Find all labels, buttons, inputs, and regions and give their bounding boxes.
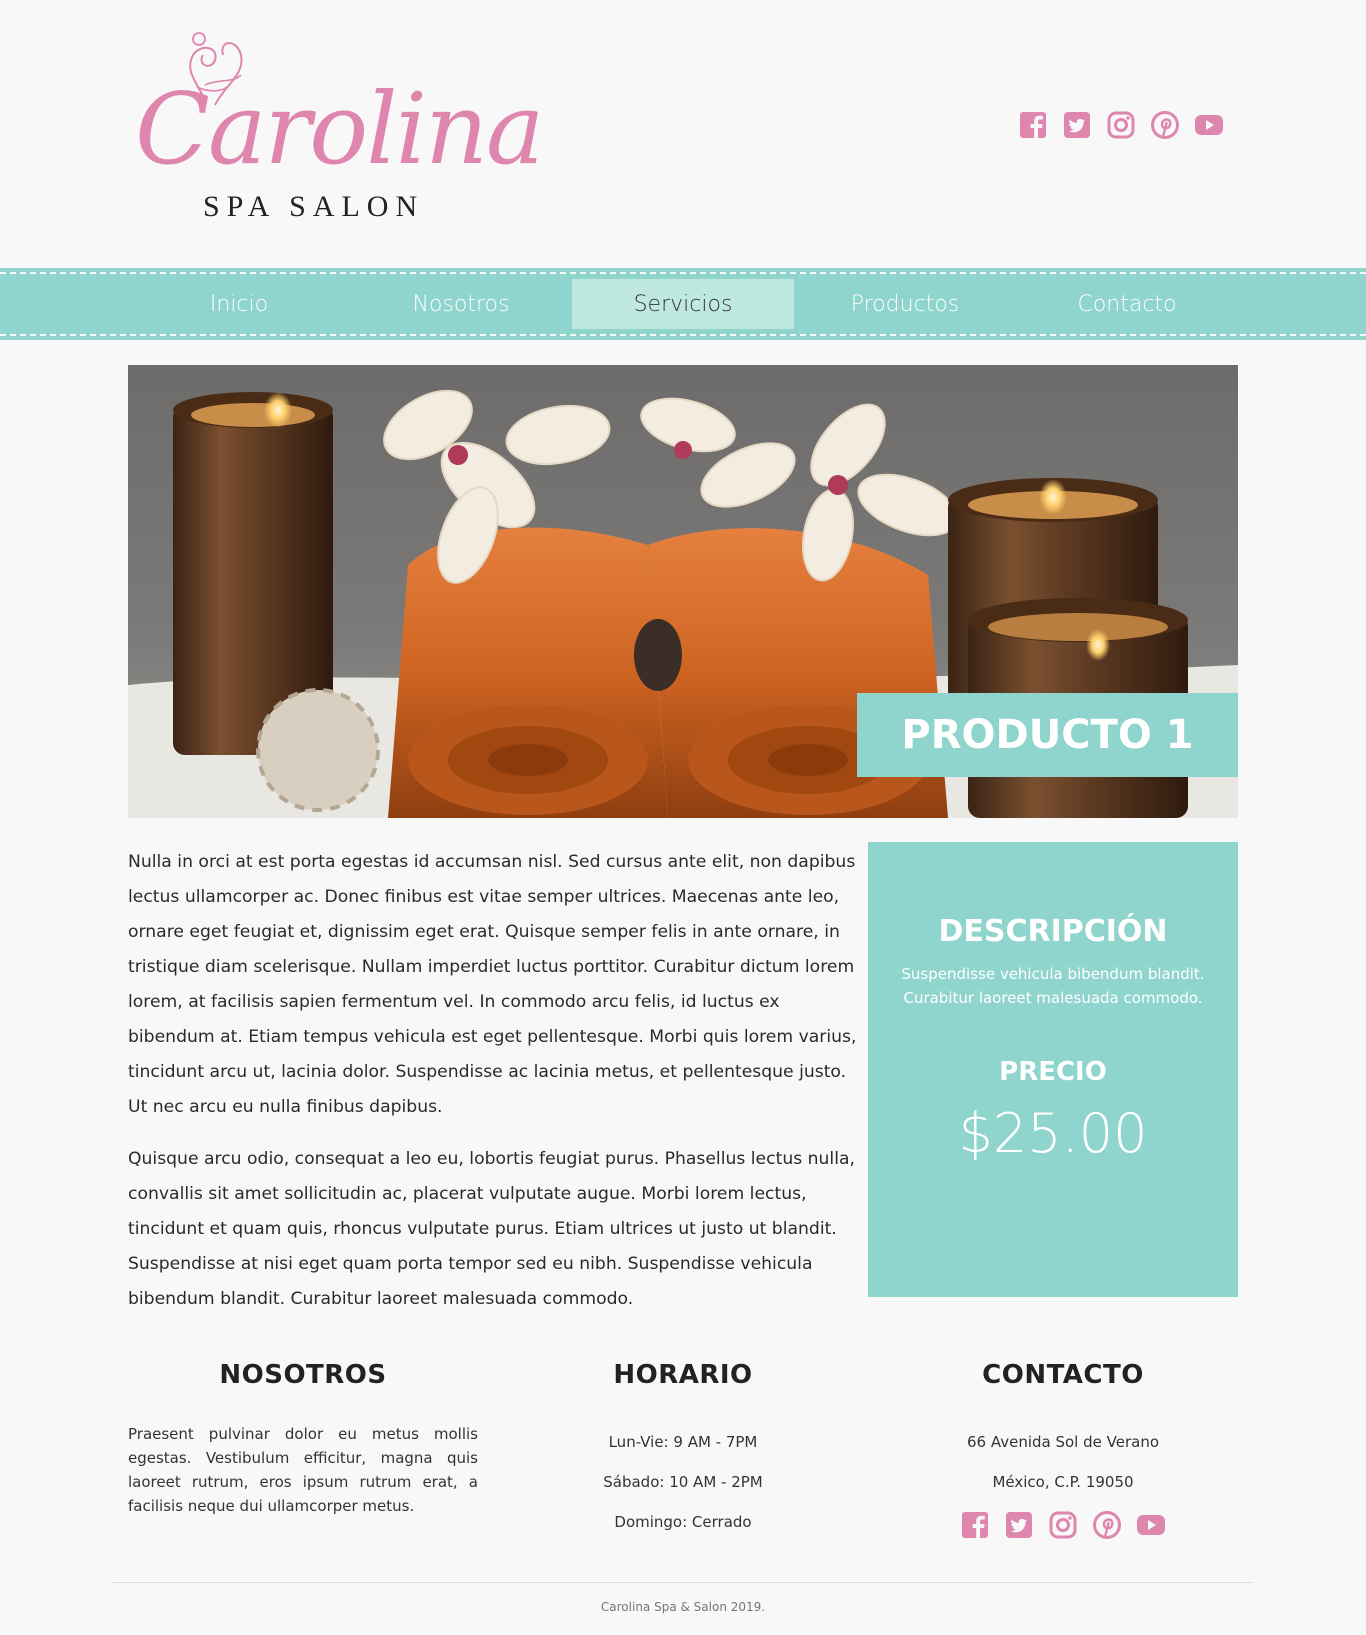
footer-contact: CONTACTO 66 Avenida Sol de Verano México… [888, 1360, 1238, 1540]
nav-item-nosotros[interactable]: Nosotros [350, 279, 572, 329]
paragraph: Quisque arcu odio, consequat a leo eu, l… [128, 1149, 855, 1309]
copyright: Carolina Spa & Salon 2019. [600, 1600, 766, 1614]
footer-social-links [888, 1510, 1238, 1540]
hours-line: Domingo: Cerrado [614, 1513, 752, 1531]
footer-about: NOSOTROS Praesent pulvinar dolor eu metu… [128, 1360, 478, 1518]
footer-contact-title: CONTACTO [982, 1360, 1144, 1390]
youtube-icon[interactable] [1194, 110, 1224, 140]
footer-divider [113, 1582, 1253, 1583]
nav-item-inicio[interactable]: Inicio [128, 279, 350, 329]
product-title: PRODUCTO 1 [857, 693, 1238, 777]
youtube-icon[interactable] [1136, 1510, 1166, 1540]
description-heading: DESCRIPCIÓN [938, 914, 1168, 949]
product-info-panel: DESCRIPCIÓN Suspendisse vehicula bibendu… [868, 842, 1238, 1297]
hours-line: Lun-Vie: 9 AM - 7PM [608, 1433, 758, 1451]
contact-address: 66 Avenida Sol de Verano [966, 1433, 1160, 1451]
product-description-text: Nulla in orci at est porta egestas id ac… [128, 845, 868, 1334]
nav-list: Inicio Nosotros Servicios Productos Cont… [128, 279, 1238, 329]
main-nav: Inicio Nosotros Servicios Productos Cont… [0, 268, 1366, 340]
description-text: Suspendisse vehicula bibendum blandit. C… [901, 965, 1205, 1007]
footer-hours-title: HORARIO [613, 1360, 753, 1390]
nav-item-contacto[interactable]: Contacto [1016, 279, 1238, 329]
hours-line: Sábado: 10 AM - 2PM [603, 1473, 763, 1491]
nav-item-productos[interactable]: Productos [794, 279, 1016, 329]
logo[interactable]: Carolina SPA SALON [135, 25, 544, 225]
facebook-icon[interactable] [1018, 110, 1048, 140]
instagram-icon[interactable] [1048, 1510, 1078, 1540]
facebook-icon[interactable] [960, 1510, 990, 1540]
pinterest-icon[interactable] [1150, 110, 1180, 140]
price-value: $25.00 [958, 1102, 1148, 1165]
contact-city: México, C.P. 19050 [992, 1473, 1134, 1491]
paragraph: Nulla in orci at est porta egestas id ac… [128, 852, 857, 1117]
twitter-icon[interactable] [1062, 110, 1092, 140]
hero-image: PRODUCTO 1 [128, 365, 1238, 818]
price-heading: PRECIO [999, 1057, 1107, 1087]
nav-item-servicios[interactable]: Servicios [572, 279, 794, 329]
twitter-icon[interactable] [1004, 1510, 1034, 1540]
site-header: Carolina SPA SALON [0, 0, 1366, 268]
pinterest-icon[interactable] [1092, 1510, 1122, 1540]
instagram-icon[interactable] [1106, 110, 1136, 140]
footer-about-text: Praesent pulvinar dolor eu metus mollis … [128, 1425, 478, 1515]
brand-name: Carolina [135, 73, 544, 187]
footer-hours: HORARIO Lun-Vie: 9 AM - 7PM Sábado: 10 A… [508, 1360, 858, 1542]
footer-about-title: NOSOTROS [219, 1360, 387, 1390]
brand-subtitle: SPA SALON [203, 190, 425, 223]
header-social-links [1018, 110, 1224, 140]
